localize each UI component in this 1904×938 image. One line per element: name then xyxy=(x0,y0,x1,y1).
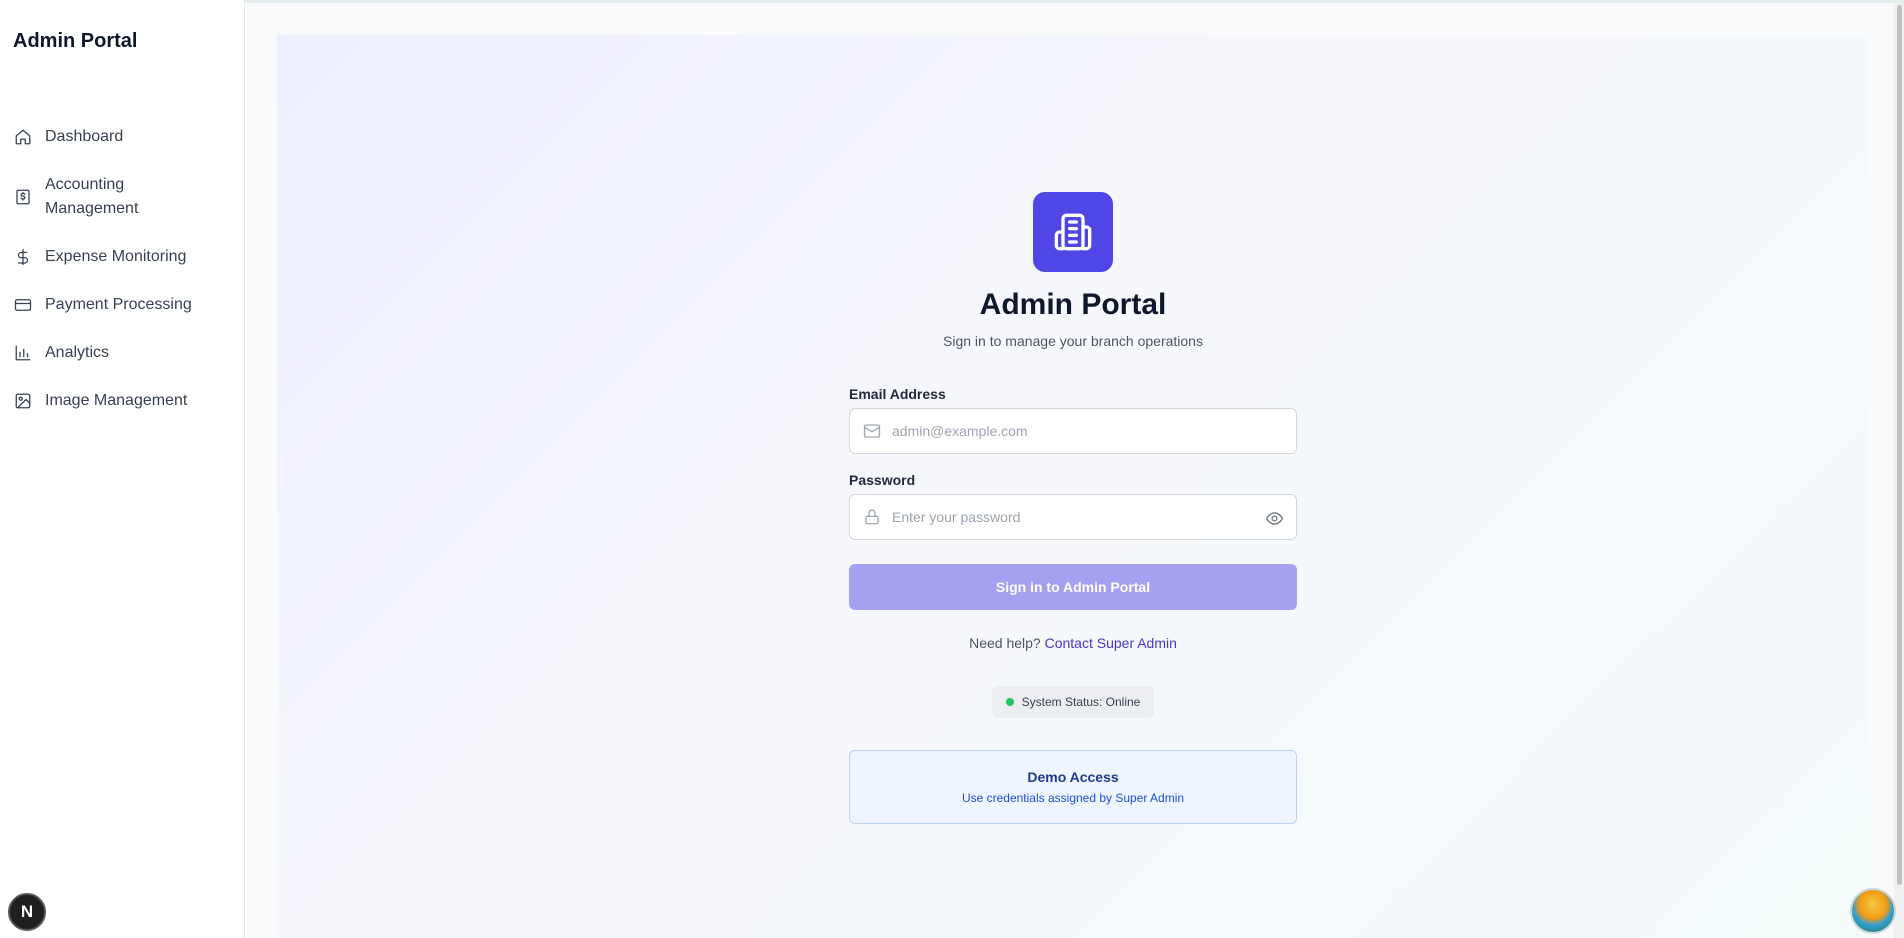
sidebar-item-dashboard[interactable]: Dashboard xyxy=(0,113,245,161)
scrollbar-thumb[interactable] xyxy=(1897,5,1902,885)
mail-icon xyxy=(862,421,882,441)
sidebar-item-label-line2: Management xyxy=(45,200,139,217)
sidebar-item-image-management[interactable]: Image Management xyxy=(0,377,245,425)
show-password-icon[interactable] xyxy=(1264,508,1284,528)
sidebar: Admin Portal Dashboard Accounting Manage… xyxy=(0,0,245,938)
dollar-icon xyxy=(13,247,33,267)
sidebar-item-label-line1: Accounting xyxy=(45,176,125,193)
help-text: Need help? xyxy=(969,635,1041,651)
building-logo xyxy=(1033,192,1113,272)
sidebar-item-expense-monitoring[interactable]: Expense Monitoring xyxy=(0,233,245,281)
image-icon xyxy=(13,391,33,411)
status-text: System Status: Online xyxy=(1021,695,1141,709)
contact-super-admin-link[interactable]: Contact Super Admin xyxy=(1045,635,1177,651)
demo-title: Demo Access xyxy=(1027,769,1119,785)
demo-access-box: Demo Access Use credentials assigned by … xyxy=(849,750,1297,824)
sidebar-item-label: Dashboard xyxy=(45,128,124,145)
nextjs-dev-badge[interactable]: N xyxy=(8,893,46,931)
sidebar-item-label: Expense Monitoring xyxy=(45,248,187,265)
password-input[interactable] xyxy=(892,495,1296,539)
page-title: Admin Portal xyxy=(979,288,1167,321)
sidebar-nav: Dashboard Accounting Management Expense … xyxy=(0,113,245,425)
email-label: Email Address xyxy=(849,386,946,402)
assistant-avatar-icon[interactable] xyxy=(1850,888,1896,934)
lock-icon xyxy=(862,507,882,527)
password-field[interactable] xyxy=(849,494,1297,540)
email-field[interactable] xyxy=(849,408,1297,454)
help-line: Need help? Contact Super Admin xyxy=(0,635,1904,651)
status-dot-icon xyxy=(1005,698,1014,706)
page-subtitle: Sign in to manage your branch operations xyxy=(943,333,1203,349)
home-icon xyxy=(13,127,33,147)
sidebar-item-accounting-management[interactable]: Accounting Management xyxy=(0,161,245,233)
receipt-icon xyxy=(13,187,33,207)
email-input[interactable] xyxy=(892,409,1296,453)
building-icon xyxy=(1054,213,1092,251)
sidebar-item-label: Accounting Management xyxy=(45,173,138,221)
demo-description: Use credentials assigned by Super Admin xyxy=(961,791,1185,805)
sign-in-button[interactable]: Sign in to Admin Portal xyxy=(849,564,1297,610)
brand-title: Admin Portal xyxy=(13,30,138,52)
system-status-badge: System Status: Online xyxy=(992,686,1154,718)
sidebar-item-label: Image Management xyxy=(45,392,188,409)
password-label: Password xyxy=(849,472,916,488)
